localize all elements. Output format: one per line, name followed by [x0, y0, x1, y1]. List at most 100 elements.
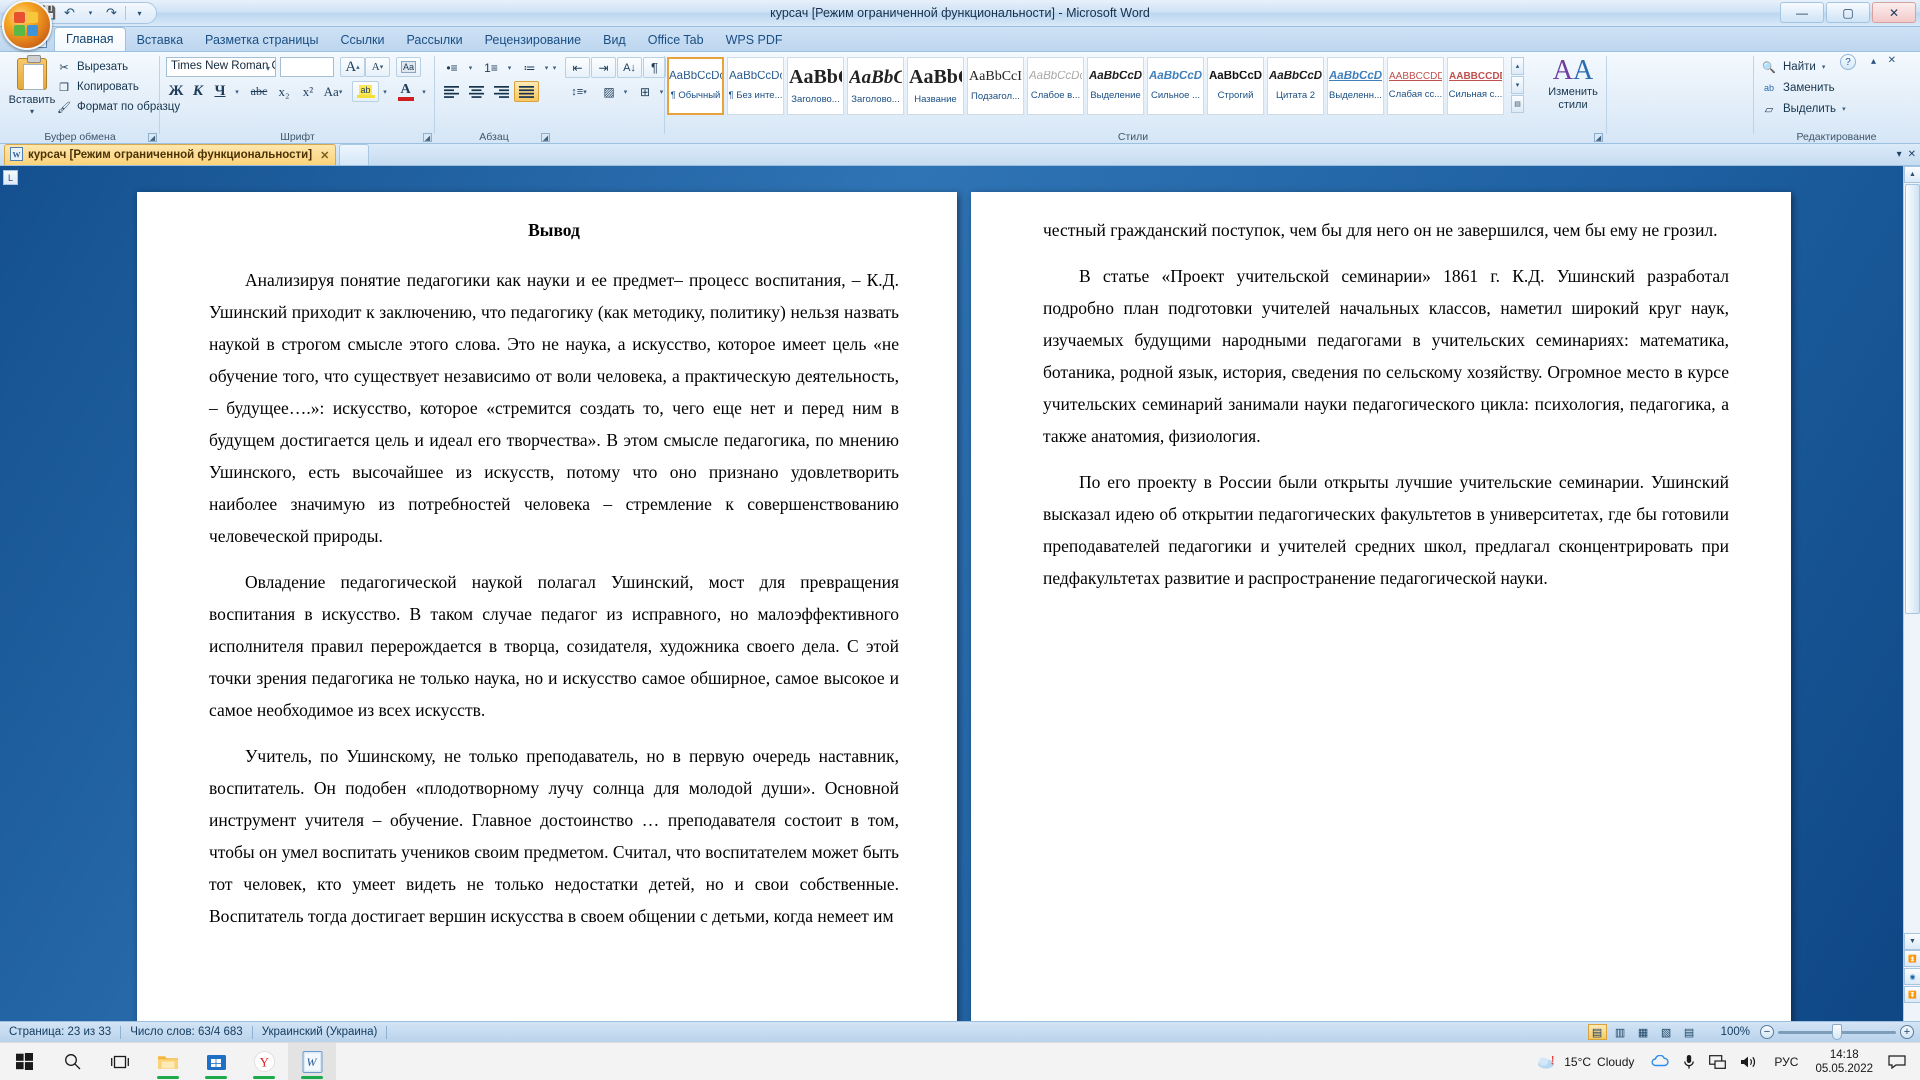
text-highlight-button[interactable]: ab: [352, 81, 379, 102]
office-button[interactable]: [2, 0, 52, 50]
view-draft-button[interactable]: ▤: [1680, 1024, 1699, 1040]
weather-description[interactable]: Cloudy: [1597, 1055, 1644, 1069]
multilevel-list-button[interactable]: ≔: [517, 57, 542, 78]
styles-more-button[interactable]: ▤: [1511, 95, 1524, 113]
minimize-button[interactable]: —: [1780, 2, 1824, 23]
style-item-9[interactable]: AaBbCcDc Строгий: [1207, 57, 1264, 115]
subscript-button[interactable]: x₂: [272, 81, 296, 102]
style-item-7[interactable]: AaBbCcDc Выделение: [1087, 57, 1144, 115]
view-full-screen-reading-button[interactable]: ▥: [1611, 1024, 1630, 1040]
styles-dialog-launcher[interactable]: ◢: [1594, 133, 1603, 142]
find-dropdown-icon[interactable]: ▾: [1822, 63, 1826, 71]
word-count-status[interactable]: Число слов: 63/4 683: [121, 1026, 252, 1038]
zoom-slider-thumb[interactable]: [1832, 1023, 1842, 1040]
clipboard-dialog-launcher[interactable]: ◢: [148, 133, 157, 142]
paragraph-dialog-launcher[interactable]: ◢: [541, 133, 550, 142]
microphone-icon[interactable]: [1676, 1054, 1702, 1070]
tab-wps-pdf[interactable]: WPS PDF: [715, 29, 794, 51]
yandex-browser-icon[interactable]: Y: [240, 1043, 288, 1080]
style-item-11[interactable]: AaBbCcDc Выделенн...: [1327, 57, 1384, 115]
next-page-icon[interactable]: ⏬: [1904, 986, 1920, 1003]
tab-references[interactable]: Ссылки: [329, 29, 395, 51]
align-center-button[interactable]: [464, 81, 489, 102]
microsoft-word-icon[interactable]: W: [288, 1042, 336, 1080]
document-page-right[interactable]: честный гражданский поступок, чем бы для…: [971, 192, 1791, 1021]
style-item-3[interactable]: AaBbC Заголово...: [847, 57, 904, 115]
select-button[interactable]: ▱ Выделить ▾: [1761, 99, 1846, 119]
align-left-button[interactable]: [439, 81, 464, 102]
style-item-10[interactable]: AaBbCcDc Цитата 2: [1267, 57, 1324, 115]
paste-dropdown-icon[interactable]: ▾: [30, 107, 34, 116]
network-icon[interactable]: [1702, 1054, 1733, 1069]
tab-mailings[interactable]: Рассылки: [395, 29, 473, 51]
undo-icon[interactable]: ↶: [60, 4, 79, 22]
decrease-indent-button[interactable]: ⇤: [565, 57, 590, 78]
font-name-combobox[interactable]: Times New Roman Cy ▾: [166, 57, 276, 77]
tab-view[interactable]: Вид: [592, 29, 637, 51]
zoom-level-label[interactable]: 100%: [1715, 1026, 1756, 1038]
tab-close-icon[interactable]: ✕: [1908, 149, 1916, 160]
start-button[interactable]: [0, 1043, 48, 1080]
tab-insert[interactable]: Вставка: [126, 29, 194, 51]
tab-review[interactable]: Рецензирование: [474, 29, 593, 51]
numbering-dropdown-icon[interactable]: ▾: [504, 57, 515, 78]
document-page-left[interactable]: Вывод Анализируя понятие педагогики как …: [137, 192, 957, 1021]
line-spacing-button[interactable]: ↕≡ ▾: [565, 81, 593, 102]
bold-button[interactable]: Ж: [165, 81, 187, 102]
microsoft-store-icon[interactable]: [192, 1043, 240, 1080]
font-size-combobox[interactable]: ▾: [280, 57, 409, 77]
language-indicator[interactable]: РУС: [1765, 1055, 1807, 1069]
redo-icon[interactable]: ↷: [102, 4, 121, 22]
paste-button[interactable]: Вставить ▾: [6, 55, 58, 120]
style-item-2[interactable]: AaBbC Заголово...: [787, 57, 844, 115]
copy-button[interactable]: ❐ Копировать: [56, 78, 139, 96]
view-print-layout-button[interactable]: ▤: [1587, 1024, 1607, 1040]
clock[interactable]: 14:18 05.05.2022: [1807, 1048, 1881, 1076]
weather-temperature[interactable]: 15°C: [1564, 1055, 1597, 1069]
bullets-button[interactable]: •≡: [439, 57, 465, 78]
font-color-dropdown-icon[interactable]: ▾: [418, 81, 430, 102]
notifications-icon[interactable]: [1881, 1054, 1920, 1069]
vertical-scrollbar[interactable]: ▲ ⏫ ◉ ⏬ ▼: [1903, 166, 1920, 1021]
style-item-12[interactable]: AABBCCDD Слабая сс...: [1387, 57, 1444, 115]
borders-button[interactable]: ⊞: [633, 81, 657, 102]
style-item-0[interactable]: AaBbCcDc ¶ Обычный: [667, 57, 724, 115]
language-status[interactable]: Украинский (Украина): [253, 1026, 387, 1038]
underline-button[interactable]: Ч: [209, 81, 231, 102]
clear-formatting-button[interactable]: Aa: [396, 57, 421, 77]
grow-font-button[interactable]: A ▴: [340, 57, 365, 77]
tab-home[interactable]: Главная: [54, 27, 126, 51]
find-button[interactable]: 🔍 Найти ▾: [1761, 57, 1825, 77]
strikethrough-button[interactable]: abc: [246, 81, 272, 102]
style-item-6[interactable]: AaBbCcDc Слабое в...: [1027, 57, 1084, 115]
style-item-1[interactable]: AaBbCcDc ¶ Без инте...: [727, 57, 784, 115]
replace-button[interactable]: ab Заменить: [1761, 78, 1835, 98]
view-outline-button[interactable]: ▧: [1657, 1024, 1676, 1040]
superscript-button[interactable]: x²: [296, 81, 320, 102]
tab-list-dropdown-icon[interactable]: ▾: [1897, 149, 1902, 160]
scroll-down-icon[interactable]: ▼: [1904, 933, 1920, 950]
task-view-icon[interactable]: [96, 1043, 144, 1080]
justify-dropdown-icon[interactable]: ▾: [549, 57, 560, 78]
zoom-in-button[interactable]: +: [1900, 1025, 1914, 1039]
shrink-font-button[interactable]: A ▾: [365, 57, 390, 77]
tab-page-layout[interactable]: Разметка страницы: [194, 29, 329, 51]
style-item-13[interactable]: AABBCCDD Сильная с...: [1447, 57, 1504, 115]
customize-qat-icon[interactable]: ▾: [130, 4, 149, 22]
document-tab-active[interactable]: W курсач [Режим ограниченной функциональ…: [4, 144, 337, 165]
view-web-layout-button[interactable]: ▦: [1634, 1024, 1653, 1040]
chevron-down-icon[interactable]: ▾: [263, 63, 273, 73]
style-item-5[interactable]: AaBbCcI Подзагол...: [967, 57, 1024, 115]
shading-dropdown-icon[interactable]: ▾: [620, 81, 631, 102]
shading-button[interactable]: ▨: [597, 81, 621, 102]
numbering-button[interactable]: 1≡: [478, 57, 504, 78]
underline-dropdown-icon[interactable]: ▾: [231, 81, 243, 102]
styles-scroll-down-button[interactable]: ▾: [1511, 76, 1524, 94]
undo-dropdown-icon[interactable]: ▾: [81, 4, 100, 22]
select-browse-object-icon[interactable]: ◉: [1904, 968, 1920, 985]
weather-icon[interactable]: [1530, 1054, 1564, 1070]
styles-scroll-up-button[interactable]: ▴: [1511, 57, 1524, 75]
cut-button[interactable]: ✂ Вырезать: [56, 58, 128, 76]
highlight-dropdown-icon[interactable]: ▾: [379, 81, 391, 102]
select-dropdown-icon[interactable]: ▾: [1842, 105, 1846, 113]
